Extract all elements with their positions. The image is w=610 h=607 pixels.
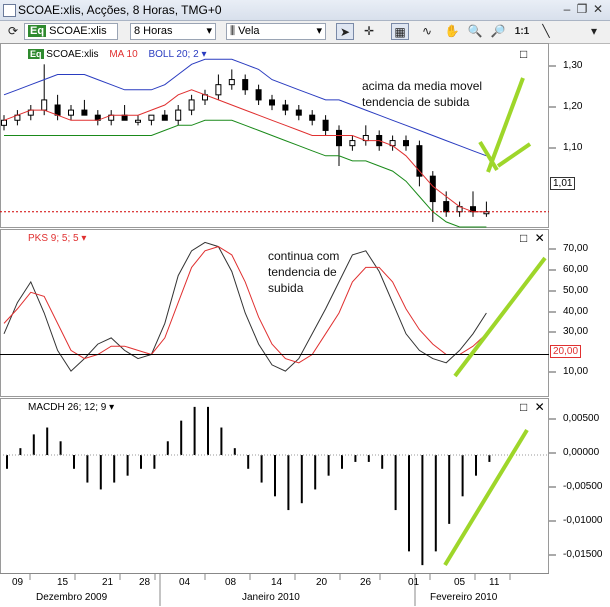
x-month: Dezembro 2009: [36, 592, 108, 603]
y-tick: 1,10: [563, 142, 583, 153]
maximize-pane-icon[interactable]: □: [520, 400, 527, 414]
current-price-badge: 1,01: [550, 177, 576, 190]
candle-body: [175, 109, 182, 121]
y-tick: 40,00: [563, 306, 589, 317]
candle-body: [269, 99, 275, 106]
pks-dropdown-icon[interactable]: ▾: [81, 233, 86, 244]
y-tick: 1,20: [563, 101, 583, 112]
x-axis: 09 15 21 28 04 08 14 20 26 01 05 11 Deze…: [0, 573, 549, 607]
y-tick: 50,00: [563, 285, 589, 296]
pks-pane-buttons: □ ✕: [520, 231, 545, 245]
annotation-arrow: [443, 428, 529, 567]
annotation-arrow: [453, 256, 547, 378]
boll-label: BOLL 20; 2: [148, 49, 199, 60]
candle-body: [41, 99, 48, 111]
annotation-line: subida: [268, 281, 304, 295]
x-tick: 28: [139, 577, 151, 588]
x-month: Janeiro 2010: [242, 592, 300, 603]
macd-dropdown-icon[interactable]: ▾: [109, 402, 114, 413]
candle-body: [228, 79, 235, 86]
candle-body: [68, 109, 74, 116]
annotation-line: tendencia de subida: [362, 95, 470, 109]
x-tick: 01: [408, 577, 420, 588]
y-tick: 0,00500: [563, 413, 600, 424]
y-tick: 10,00: [563, 366, 589, 377]
x-tick: 08: [225, 577, 237, 588]
candle-body: [403, 140, 409, 147]
x-tick: 15: [57, 577, 69, 588]
candle-body: [215, 84, 222, 96]
macd-pane-buttons: □ ✕: [520, 400, 545, 414]
candle-body: [121, 114, 128, 121]
x-tick: 20: [316, 577, 328, 588]
candle-body: [429, 175, 436, 203]
close-pane-icon[interactable]: ✕: [535, 231, 545, 245]
price-pane-buttons: □: [520, 47, 527, 61]
y-tick: -0,01500: [563, 549, 603, 560]
annotation-line: tendencia de: [268, 265, 337, 279]
candle-body: [349, 140, 356, 147]
candle-body: [148, 114, 155, 121]
x-tick: 11: [489, 577, 500, 588]
x-tick: 04: [179, 577, 191, 588]
price-annotation: acima da media movel tendencia de subida: [362, 78, 482, 110]
candle-body: [135, 119, 141, 123]
candle-body: [336, 129, 342, 147]
pks-d-line: [3, 246, 487, 364]
maximize-pane-icon[interactable]: □: [520, 47, 527, 61]
x-tick: 09: [12, 577, 24, 588]
y-tick: 30,00: [563, 326, 589, 337]
candle-body: [282, 104, 289, 111]
x-tick: 05: [454, 577, 466, 588]
annotation-arrow: [486, 77, 525, 173]
candle-body: [1, 119, 7, 126]
pks-annotation: continua com tendencia de subida: [268, 248, 339, 296]
x-month: Fevereiro 2010: [430, 592, 498, 603]
candle-body: [309, 114, 316, 121]
candle-body: [54, 104, 61, 116]
close-pane-icon[interactable]: ✕: [535, 400, 545, 414]
candle-body: [161, 114, 168, 121]
pks-label: PKS 9; 5; 5 ▾: [28, 233, 86, 244]
y-tick: 60,00: [563, 264, 589, 275]
price-symbol-label: SCOAE:xlis: [46, 49, 99, 60]
candle-body: [188, 99, 195, 111]
x-tick: 26: [360, 577, 372, 588]
candle-body: [443, 201, 450, 213]
candle-body: [242, 79, 249, 91]
equity-badge-small: Eq: [28, 49, 44, 59]
candle-body: [295, 109, 302, 116]
price-legend: Eq SCOAE:xlis MA 10 BOLL 20; 2 ▾: [28, 49, 207, 60]
pks-label-text: PKS 9; 5; 5: [28, 233, 79, 244]
annotation-line: acima da media movel: [362, 79, 483, 93]
y-tick: 0,00000: [563, 447, 600, 458]
macd-label-text: MACDH 26; 12; 9: [28, 402, 107, 413]
candle-body: [81, 109, 88, 116]
annotation-line: continua com: [268, 249, 340, 263]
pks-k-line: [3, 241, 487, 372]
candle-body: [322, 119, 329, 131]
x-tick: 14: [271, 577, 283, 588]
annotation-arrow: [496, 142, 532, 168]
x-tick: 21: [102, 577, 114, 588]
candle-body: [255, 89, 262, 101]
chart-canvas: [0, 58, 556, 606]
bollinger-lower-line: [4, 119, 487, 228]
pks-level-badge: 20,00: [550, 345, 582, 358]
y-tick: 1,30: [563, 60, 583, 71]
y-tick: 70,00: [563, 243, 589, 254]
y-tick: -0,01000: [563, 515, 603, 526]
ma-label: MA 10: [109, 49, 138, 60]
y-tick: -0,00500: [563, 481, 603, 492]
boll-dropdown-icon[interactable]: ▾: [201, 49, 206, 60]
maximize-pane-icon[interactable]: □: [520, 231, 527, 245]
macd-label: MACDH 26; 12; 9 ▾: [28, 402, 114, 413]
